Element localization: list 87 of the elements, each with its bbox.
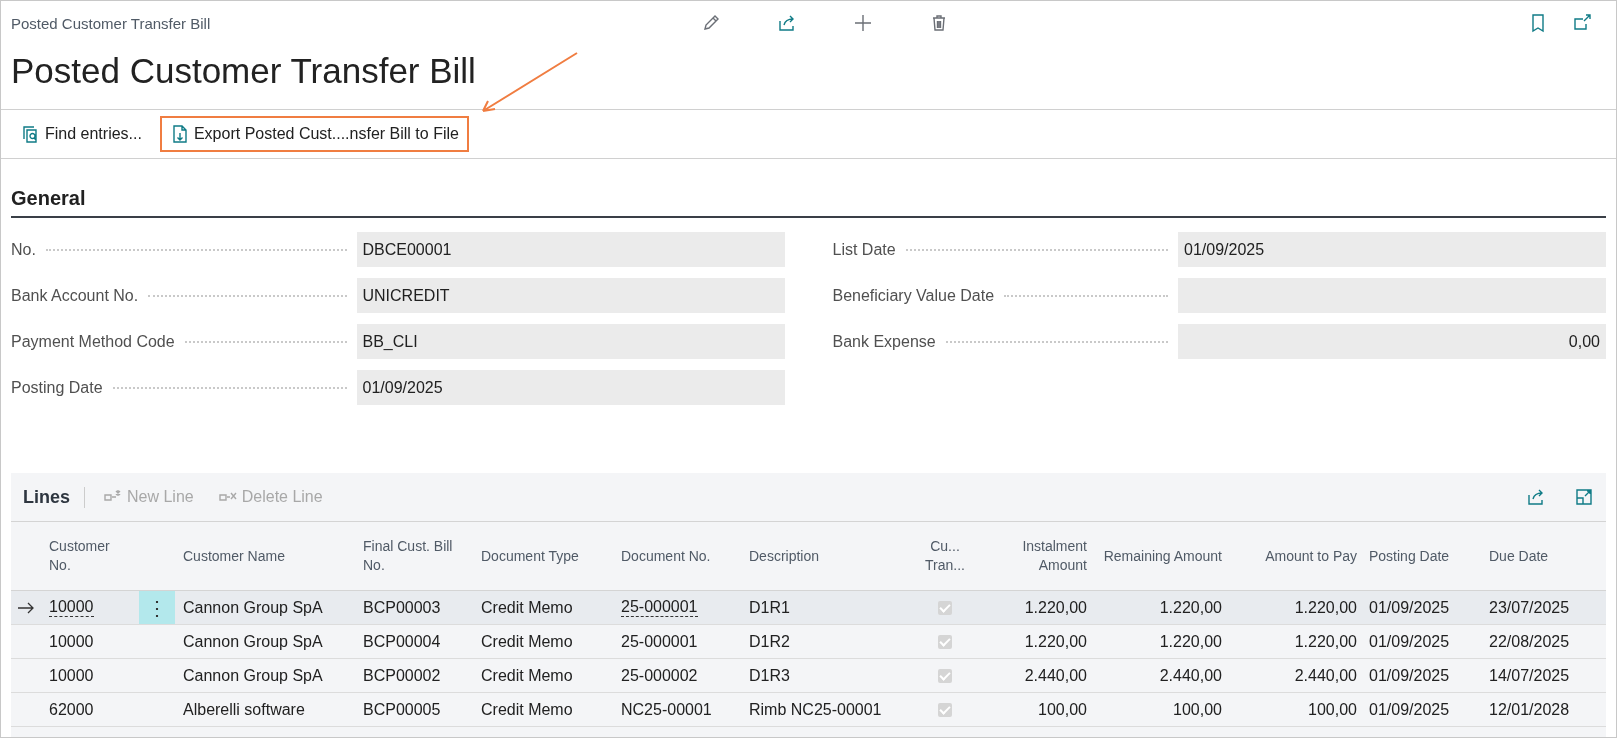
popout-icon[interactable] (1572, 13, 1592, 33)
page-title: Posted Customer Transfer Bill (10, 50, 477, 92)
column-header[interactable]: Customer Name (177, 522, 357, 590)
table-cell: 14/07/2025 (1489, 666, 1570, 685)
table-cell: Credit Memo (481, 632, 573, 651)
table-cell: Cannon Group SpA (183, 598, 323, 617)
table-cell[interactable]: 10000 (49, 666, 94, 685)
table-row[interactable]: 10000 Cannon Group SpA BCP00002 Credit Memo 25-000002 D1R3 2.440,00 2.440,00 2.440,00 01/09/2025 14/07/2025 (11, 659, 1606, 693)
row-menu-button[interactable]: ⋮ (139, 591, 175, 624)
window-title: Posted Customer Transfer Bill (11, 14, 212, 32)
input-field[interactable]: DBCE00001 (356, 232, 785, 267)
column-header[interactable]: Instalment Amount (981, 522, 1093, 590)
column-header[interactable]: Document No. (615, 522, 743, 590)
section-heading: General (11, 159, 1606, 218)
table-cell: 23/07/2025 (1489, 598, 1570, 617)
field-label: Beneficiary Value Date (832, 286, 995, 305)
row-arrow-icon (17, 601, 35, 614)
field-label: Bank Account No. (11, 286, 139, 305)
table-cell: Credit Memo (481, 598, 573, 617)
column-header[interactable]: Document Type (475, 522, 615, 590)
pencil-icon[interactable] (701, 13, 721, 33)
table-cell: 100,00 (1038, 700, 1087, 719)
table-cell: D1R3 (749, 666, 790, 685)
table-cell[interactable]: 10000 (49, 632, 94, 651)
table-cell: 01/09/2025 (1369, 598, 1450, 617)
table-cell: 100,00 (1308, 700, 1357, 719)
lines-title: Lines (23, 486, 85, 508)
column-header[interactable]: Due Date (1483, 522, 1593, 590)
table-cell: 1.220,00 (1294, 598, 1357, 617)
table-cell: Credit Memo (481, 700, 573, 719)
column-header[interactable]: Final Cust. Bill No. (357, 522, 475, 590)
table-cell: Credit Memo (481, 666, 573, 685)
share-icon[interactable] (777, 13, 797, 33)
table-cell: BCP00003 (363, 598, 441, 617)
table-cell: 1.220,00 (1159, 598, 1222, 617)
table-cell: 1.220,00 (1159, 632, 1222, 651)
column-header[interactable]: Cu... Tran... (909, 522, 981, 590)
table-cell: 2.440,00 (1024, 666, 1087, 685)
table-cell: 1.220,00 (1024, 632, 1087, 651)
field-label: Payment Method Code (11, 332, 175, 351)
table-cell: 01/09/2025 (1369, 700, 1450, 719)
table-cell[interactable]: 25-000001 (621, 598, 698, 617)
table-cell[interactable]: 62000 (49, 700, 94, 719)
table-cell[interactable]: 10000 (49, 598, 94, 617)
table-cell: 100,00 (1173, 700, 1222, 719)
table-cell[interactable]: 25-000002 (621, 666, 698, 685)
table-cell[interactable]: NC25-00001 (621, 700, 712, 719)
input-field[interactable]: 01/09/2025 (356, 370, 785, 405)
table-cell: 01/09/2025 (1369, 666, 1450, 685)
table-cell: 2.440,00 (1159, 666, 1222, 685)
table-cell: Alberelli software (183, 700, 305, 719)
input-field[interactable]: 01/09/2025 (1178, 232, 1606, 267)
input-field[interactable]: UNICREDIT (356, 278, 785, 313)
expand-icon[interactable] (1574, 487, 1594, 507)
input-field[interactable]: 0,00 (1178, 324, 1606, 359)
action-button[interactable]: Export Posted Cust....nsfer Bill to File (159, 116, 469, 152)
column-header[interactable]: Description (743, 522, 909, 590)
share-icon[interactable] (1526, 487, 1546, 507)
input-field[interactable]: BB_CLI (356, 324, 785, 359)
table-cell: BCP00004 (363, 632, 441, 651)
table-cell: 01/09/2025 (1369, 632, 1450, 651)
field-label: No. (11, 240, 36, 259)
table-cell: Cannon Group SpA (183, 666, 323, 685)
table-cell: D1R1 (749, 598, 790, 617)
table-cell: 1.220,00 (1294, 632, 1357, 651)
table-row[interactable]: 10000 ⋮ Cannon Group SpA BCP00003 Credit Memo 25-000001 D1R1 1.220,00 1.220,00 1.220,00 01/09/2025 23/07/2025 (11, 591, 1606, 625)
field-label: List Date (832, 240, 896, 259)
field-label: Posting Date (11, 378, 103, 397)
table-cell: BCP00005 (363, 700, 441, 719)
table-cell: 2.440,00 (1294, 666, 1357, 685)
table-cell[interactable]: 25-000001 (621, 632, 698, 651)
column-header[interactable]: Posting Date (1363, 522, 1483, 590)
action-button[interactable]: Find entries... (11, 116, 152, 152)
table-cell: Rimb NC25-00001 (749, 700, 882, 719)
table-cell: 1.220,00 (1024, 598, 1087, 617)
table-cell: BCP00002 (363, 666, 441, 685)
table-cell: Cannon Group SpA (183, 632, 323, 651)
field-label: Bank Expense (832, 332, 936, 351)
column-header[interactable]: Remaining Amount (1093, 522, 1228, 590)
table-cell: 22/08/2025 (1489, 632, 1570, 651)
column-header[interactable]: Amount to Pay (1228, 522, 1363, 590)
column-header[interactable]: Customer No. (43, 522, 139, 590)
table-cell: 12/01/2028 (1489, 700, 1570, 719)
plus-icon[interactable] (853, 13, 873, 33)
table-row[interactable]: 62000 Alberelli software BCP00005 Credit Memo NC25-00001 Rimb NC25-00001 100,00 100,00 100,00 01/09/2025 12/01/2028 (11, 693, 1606, 727)
table-row[interactable]: 10000 Cannon Group SpA BCP00004 Credit Memo 25-000001 D1R2 1.220,00 1.220,00 1.220,00 01/09/2025 22/08/2025 (11, 625, 1606, 659)
table-cell: D1R2 (749, 632, 790, 651)
